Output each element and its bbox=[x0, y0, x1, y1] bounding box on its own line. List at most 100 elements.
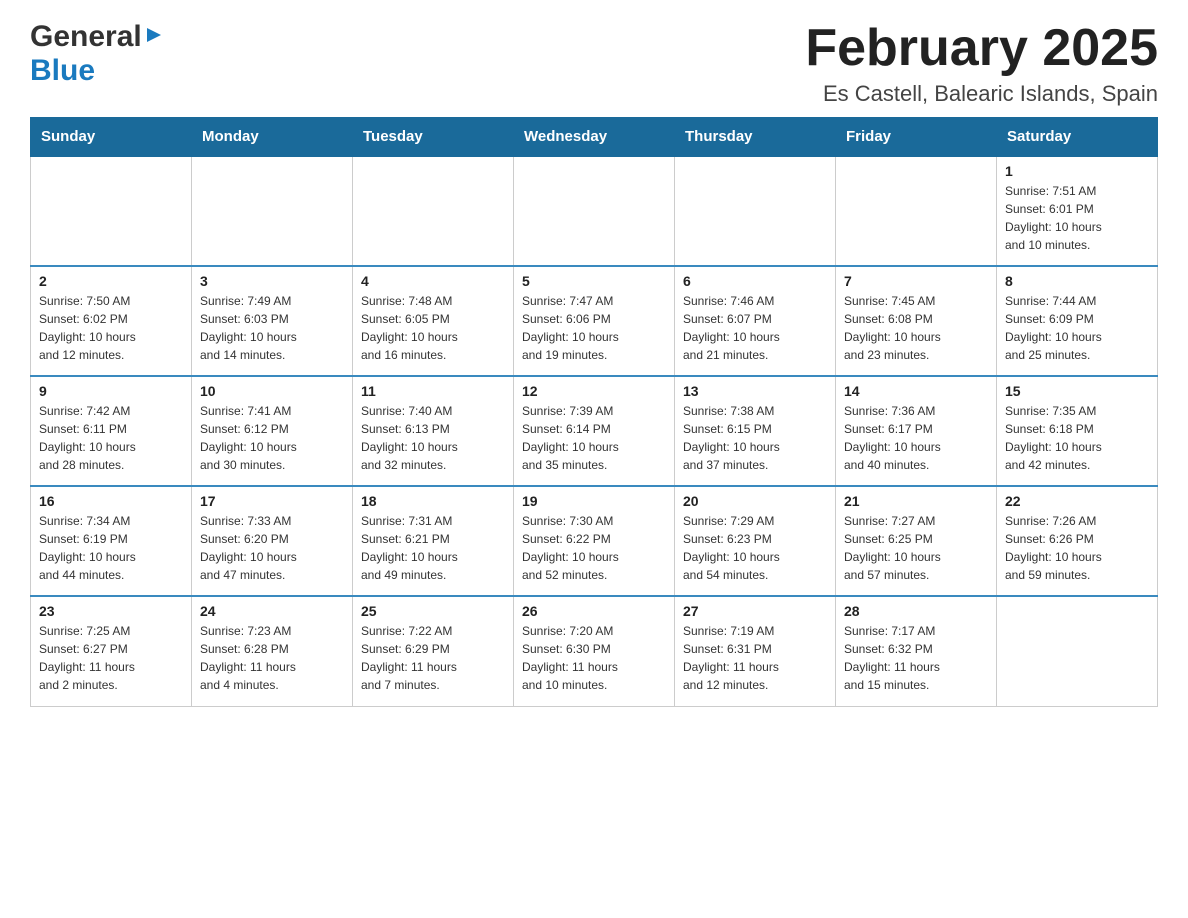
calendar-cell bbox=[192, 156, 353, 266]
day-info: Sunrise: 7:45 AM Sunset: 6:08 PM Dayligh… bbox=[844, 294, 941, 362]
day-info: Sunrise: 7:29 AM Sunset: 6:23 PM Dayligh… bbox=[683, 514, 780, 582]
day-number: 21 bbox=[844, 493, 988, 509]
calendar-cell: 25 Sunrise: 7:22 AM Sunset: 6:29 PM Dayli… bbox=[353, 596, 514, 706]
calendar-cell: 21 Sunrise: 7:27 AM Sunset: 6:25 PM Dayli… bbox=[836, 486, 997, 596]
calendar-cell: 8 Sunrise: 7:44 AM Sunset: 6:09 PM Daylig… bbox=[997, 266, 1158, 376]
day-number: 14 bbox=[844, 383, 988, 399]
day-number: 3 bbox=[200, 273, 344, 289]
day-number: 25 bbox=[361, 603, 505, 619]
day-number: 10 bbox=[200, 383, 344, 399]
day-info: Sunrise: 7:25 AM Sunset: 6:27 PM Dayligh… bbox=[39, 624, 135, 692]
calendar-cell: 3 Sunrise: 7:49 AM Sunset: 6:03 PM Daylig… bbox=[192, 266, 353, 376]
day-number: 4 bbox=[361, 273, 505, 289]
logo-triangle-icon bbox=[145, 26, 163, 49]
day-number: 6 bbox=[683, 273, 827, 289]
day-number: 26 bbox=[522, 603, 666, 619]
day-number: 16 bbox=[39, 493, 183, 509]
calendar-week-4: 23 Sunrise: 7:25 AM Sunset: 6:27 PM Dayli… bbox=[31, 596, 1158, 706]
logo: General Blue bbox=[30, 20, 163, 88]
calendar-cell: 15Sunrise: 7:35 AM Sunset: 6:18 PM Dayli… bbox=[997, 376, 1158, 486]
header-monday: Monday bbox=[192, 118, 353, 157]
calendar-cell: 17Sunrise: 7:33 AM Sunset: 6:20 PM Dayli… bbox=[192, 486, 353, 596]
day-info: Sunrise: 7:47 AM Sunset: 6:06 PM Dayligh… bbox=[522, 294, 619, 362]
day-number: 19 bbox=[522, 493, 666, 509]
calendar-cell: 11 Sunrise: 7:40 AM Sunset: 6:13 PM Dayli… bbox=[353, 376, 514, 486]
day-info: Sunrise: 7:22 AM Sunset: 6:29 PM Dayligh… bbox=[361, 624, 457, 692]
calendar-cell: 27 Sunrise: 7:19 AM Sunset: 6:31 PM Dayli… bbox=[675, 596, 836, 706]
day-number: 13 bbox=[683, 383, 827, 399]
calendar-cell: 18 Sunrise: 7:31 AM Sunset: 6:21 PM Dayli… bbox=[353, 486, 514, 596]
day-info: Sunrise: 7:50 AM Sunset: 6:02 PM Dayligh… bbox=[39, 294, 136, 362]
day-number: 1 bbox=[1005, 163, 1149, 179]
calendar-cell: 7 Sunrise: 7:45 AM Sunset: 6:08 PM Daylig… bbox=[836, 266, 997, 376]
day-info: Sunrise: 7:38 AM Sunset: 6:15 PM Dayligh… bbox=[683, 404, 780, 472]
calendar-week-2: 9 Sunrise: 7:42 AM Sunset: 6:11 PM Daylig… bbox=[31, 376, 1158, 486]
calendar-cell: 4Sunrise: 7:48 AM Sunset: 6:05 PM Daylig… bbox=[353, 266, 514, 376]
header-thursday: Thursday bbox=[675, 118, 836, 157]
logo-blue-text: Blue bbox=[30, 54, 95, 88]
day-info: Sunrise: 7:26 AM Sunset: 6:26 PM Dayligh… bbox=[1005, 514, 1102, 582]
day-info: Sunrise: 7:17 AM Sunset: 6:32 PM Dayligh… bbox=[844, 624, 940, 692]
day-number: 24 bbox=[200, 603, 344, 619]
calendar-cell: 23 Sunrise: 7:25 AM Sunset: 6:27 PM Dayli… bbox=[31, 596, 192, 706]
page-header: General Blue February 2025 Es Castell, B… bbox=[30, 20, 1158, 107]
calendar-cell: 14 Sunrise: 7:36 AM Sunset: 6:17 PM Dayli… bbox=[836, 376, 997, 486]
header-tuesday: Tuesday bbox=[353, 118, 514, 157]
calendar-week-0: 1Sunrise: 7:51 AM Sunset: 6:01 PM Daylig… bbox=[31, 156, 1158, 266]
title-block: February 2025 Es Castell, Balearic Islan… bbox=[805, 20, 1158, 107]
calendar-cell bbox=[353, 156, 514, 266]
day-info: Sunrise: 7:19 AM Sunset: 6:31 PM Dayligh… bbox=[683, 624, 779, 692]
calendar-cell bbox=[836, 156, 997, 266]
calendar-cell: 6 Sunrise: 7:46 AM Sunset: 6:07 PM Daylig… bbox=[675, 266, 836, 376]
calendar-cell: 10 Sunrise: 7:41 AM Sunset: 6:12 PM Dayli… bbox=[192, 376, 353, 486]
calendar-cell: 24 Sunrise: 7:23 AM Sunset: 6:28 PM Dayli… bbox=[192, 596, 353, 706]
header-sunday: Sunday bbox=[31, 118, 192, 157]
day-number: 8 bbox=[1005, 273, 1149, 289]
calendar-cell bbox=[31, 156, 192, 266]
day-info: Sunrise: 7:23 AM Sunset: 6:28 PM Dayligh… bbox=[200, 624, 296, 692]
day-number: 7 bbox=[844, 273, 988, 289]
calendar-cell: 22 Sunrise: 7:26 AM Sunset: 6:26 PM Dayli… bbox=[997, 486, 1158, 596]
day-number: 12 bbox=[522, 383, 666, 399]
day-number: 20 bbox=[683, 493, 827, 509]
day-info: Sunrise: 7:31 AM Sunset: 6:21 PM Dayligh… bbox=[361, 514, 458, 582]
day-number: 22 bbox=[1005, 493, 1149, 509]
day-info: Sunrise: 7:39 AM Sunset: 6:14 PM Dayligh… bbox=[522, 404, 619, 472]
calendar-header-row: SundayMondayTuesdayWednesdayThursdayFrid… bbox=[31, 118, 1158, 157]
day-info: Sunrise: 7:41 AM Sunset: 6:12 PM Dayligh… bbox=[200, 404, 297, 472]
calendar-cell: 13 Sunrise: 7:38 AM Sunset: 6:15 PM Dayli… bbox=[675, 376, 836, 486]
calendar-cell: 2 Sunrise: 7:50 AM Sunset: 6:02 PM Daylig… bbox=[31, 266, 192, 376]
day-info: Sunrise: 7:34 AM Sunset: 6:19 PM Dayligh… bbox=[39, 514, 136, 582]
day-number: 28 bbox=[844, 603, 988, 619]
day-number: 9 bbox=[39, 383, 183, 399]
day-info: Sunrise: 7:46 AM Sunset: 6:07 PM Dayligh… bbox=[683, 294, 780, 362]
day-info: Sunrise: 7:49 AM Sunset: 6:03 PM Dayligh… bbox=[200, 294, 297, 362]
day-number: 11 bbox=[361, 383, 505, 399]
calendar-subtitle: Es Castell, Balearic Islands, Spain bbox=[805, 81, 1158, 107]
day-info: Sunrise: 7:36 AM Sunset: 6:17 PM Dayligh… bbox=[844, 404, 941, 472]
day-info: Sunrise: 7:42 AM Sunset: 6:11 PM Dayligh… bbox=[39, 404, 136, 472]
calendar-week-1: 2 Sunrise: 7:50 AM Sunset: 6:02 PM Daylig… bbox=[31, 266, 1158, 376]
day-number: 18 bbox=[361, 493, 505, 509]
day-info: Sunrise: 7:44 AM Sunset: 6:09 PM Dayligh… bbox=[1005, 294, 1102, 362]
day-info: Sunrise: 7:40 AM Sunset: 6:13 PM Dayligh… bbox=[361, 404, 458, 472]
calendar-cell: 26Sunrise: 7:20 AM Sunset: 6:30 PM Dayli… bbox=[514, 596, 675, 706]
calendar-week-3: 16 Sunrise: 7:34 AM Sunset: 6:19 PM Dayli… bbox=[31, 486, 1158, 596]
calendar-title: February 2025 bbox=[805, 20, 1158, 77]
calendar-cell: 12 Sunrise: 7:39 AM Sunset: 6:14 PM Dayli… bbox=[514, 376, 675, 486]
day-info: Sunrise: 7:30 AM Sunset: 6:22 PM Dayligh… bbox=[522, 514, 619, 582]
day-number: 2 bbox=[39, 273, 183, 289]
day-number: 5 bbox=[522, 273, 666, 289]
calendar-cell: 19 Sunrise: 7:30 AM Sunset: 6:22 PM Dayli… bbox=[514, 486, 675, 596]
calendar-cell: 16 Sunrise: 7:34 AM Sunset: 6:19 PM Dayli… bbox=[31, 486, 192, 596]
calendar-cell bbox=[675, 156, 836, 266]
day-number: 17 bbox=[200, 493, 344, 509]
header-saturday: Saturday bbox=[997, 118, 1158, 157]
logo-general-text: General bbox=[30, 20, 142, 54]
day-number: 23 bbox=[39, 603, 183, 619]
day-info: Sunrise: 7:35 AM Sunset: 6:18 PM Dayligh… bbox=[1005, 404, 1102, 472]
day-number: 27 bbox=[683, 603, 827, 619]
calendar-table: SundayMondayTuesdayWednesdayThursdayFrid… bbox=[30, 117, 1158, 707]
day-info: Sunrise: 7:27 AM Sunset: 6:25 PM Dayligh… bbox=[844, 514, 941, 582]
calendar-cell bbox=[514, 156, 675, 266]
